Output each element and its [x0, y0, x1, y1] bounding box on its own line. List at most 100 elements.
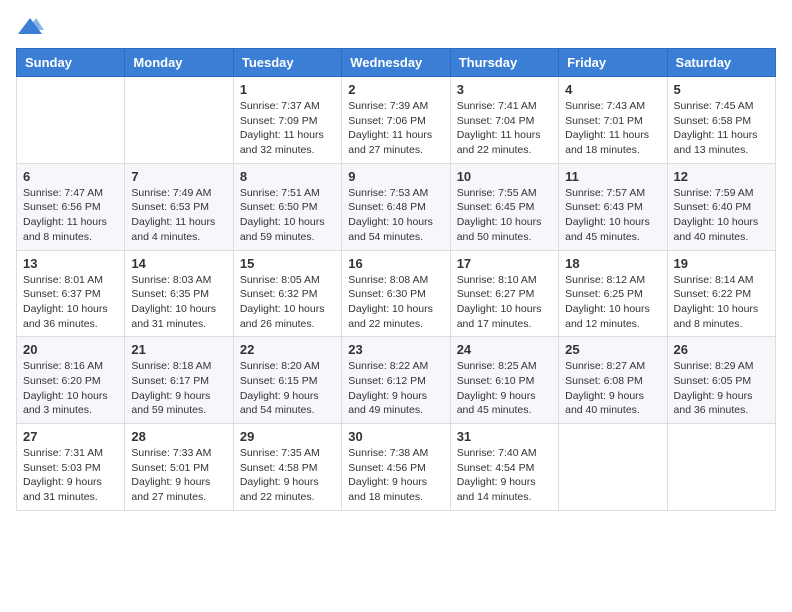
- logo-icon: [16, 16, 44, 38]
- day-cell: 24 Sunrise: 8:25 AM Sunset: 6:10 PM Dayli…: [450, 337, 558, 424]
- day-cell: 7Sunrise: 7:49 AM Sunset: 6:53 PM Daylig…: [125, 163, 233, 250]
- day-info: Sunrise: 8:25 AM Sunset: 6:10 PM Dayligh…: [457, 359, 552, 418]
- day-cell: 30Sunrise: 7:38 AM Sunset: 4:56 PM Dayli…: [342, 424, 450, 511]
- day-headers-row: SundayMondayTuesdayWednesdayThursdayFrid…: [17, 49, 776, 77]
- day-number: 6: [23, 169, 118, 184]
- day-info: Sunrise: 7:33 AM Sunset: 5:01 PM Dayligh…: [131, 446, 226, 505]
- day-number: 19: [674, 256, 769, 271]
- day-number: 3: [457, 82, 552, 97]
- calendar-body: 1Sunrise: 7:37 AM Sunset: 7:09 PM Daylig…: [17, 77, 776, 511]
- day-cell: 18 Sunrise: 8:12 AM Sunset: 6:25 PM Dayli…: [559, 250, 667, 337]
- day-number: 28: [131, 429, 226, 444]
- day-number: 20: [23, 342, 118, 357]
- day-info: Sunrise: 8:08 AM Sunset: 6:30 PM Dayligh…: [348, 273, 443, 332]
- day-info: Sunrise: 8:18 AM Sunset: 6:17 PM Dayligh…: [131, 359, 226, 418]
- day-cell: [125, 77, 233, 164]
- day-cell: 2Sunrise: 7:39 AM Sunset: 7:06 PM Daylig…: [342, 77, 450, 164]
- day-info: Sunrise: 7:53 AM Sunset: 6:48 PM Dayligh…: [348, 186, 443, 245]
- day-info: Sunrise: 8:01 AM Sunset: 6:37 PM Dayligh…: [23, 273, 118, 332]
- day-info: Sunrise: 7:37 AM Sunset: 7:09 PM Dayligh…: [240, 99, 335, 158]
- day-cell: 3 Sunrise: 7:41 AM Sunset: 7:04 PM Daylig…: [450, 77, 558, 164]
- day-info: Sunrise: 7:39 AM Sunset: 7:06 PM Dayligh…: [348, 99, 443, 158]
- day-number: 24: [457, 342, 552, 357]
- day-number: 27: [23, 429, 118, 444]
- day-cell: 23 Sunrise: 8:22 AM Sunset: 6:12 PM Dayli…: [342, 337, 450, 424]
- day-number: 18: [565, 256, 660, 271]
- week-row-1: 1Sunrise: 7:37 AM Sunset: 7:09 PM Daylig…: [17, 77, 776, 164]
- day-number: 10: [457, 169, 552, 184]
- day-info: Sunrise: 7:35 AM Sunset: 4:58 PM Dayligh…: [240, 446, 335, 505]
- day-info: Sunrise: 8:20 AM Sunset: 6:15 PM Dayligh…: [240, 359, 335, 418]
- day-info: Sunrise: 7:45 AM Sunset: 6:58 PM Dayligh…: [674, 99, 769, 158]
- day-info: Sunrise: 7:47 AM Sunset: 6:56 PM Dayligh…: [23, 186, 118, 245]
- day-header-tuesday: Tuesday: [233, 49, 341, 77]
- day-number: 8: [240, 169, 335, 184]
- day-info: Sunrise: 8:12 AM Sunset: 6:25 PM Dayligh…: [565, 273, 660, 332]
- day-cell: [17, 77, 125, 164]
- day-info: Sunrise: 7:57 AM Sunset: 6:43 PM Dayligh…: [565, 186, 660, 245]
- day-cell: 10 Sunrise: 7:55 AM Sunset: 6:45 PM Dayli…: [450, 163, 558, 250]
- day-cell: 29 Sunrise: 7:35 AM Sunset: 4:58 PM Dayli…: [233, 424, 341, 511]
- day-cell: 20Sunrise: 8:16 AM Sunset: 6:20 PM Dayli…: [17, 337, 125, 424]
- day-info: Sunrise: 8:22 AM Sunset: 6:12 PM Dayligh…: [348, 359, 443, 418]
- day-cell: 26 Sunrise: 8:29 AM Sunset: 6:05 PM Dayli…: [667, 337, 775, 424]
- day-number: 4: [565, 82, 660, 97]
- day-number: 11: [565, 169, 660, 184]
- day-cell: 13 Sunrise: 8:01 AM Sunset: 6:37 PM Dayli…: [17, 250, 125, 337]
- day-info: Sunrise: 7:41 AM Sunset: 7:04 PM Dayligh…: [457, 99, 552, 158]
- day-cell: 28 Sunrise: 7:33 AM Sunset: 5:01 PM Dayli…: [125, 424, 233, 511]
- day-header-sunday: Sunday: [17, 49, 125, 77]
- day-number: 31: [457, 429, 552, 444]
- logo: [16, 16, 48, 38]
- day-cell: 25Sunrise: 8:27 AM Sunset: 6:08 PM Dayli…: [559, 337, 667, 424]
- day-number: 13: [23, 256, 118, 271]
- week-row-4: 20Sunrise: 8:16 AM Sunset: 6:20 PM Dayli…: [17, 337, 776, 424]
- day-cell: 11 Sunrise: 7:57 AM Sunset: 6:43 PM Dayli…: [559, 163, 667, 250]
- day-cell: 5Sunrise: 7:45 AM Sunset: 6:58 PM Daylig…: [667, 77, 775, 164]
- day-header-wednesday: Wednesday: [342, 49, 450, 77]
- day-info: Sunrise: 7:51 AM Sunset: 6:50 PM Dayligh…: [240, 186, 335, 245]
- day-cell: 1Sunrise: 7:37 AM Sunset: 7:09 PM Daylig…: [233, 77, 341, 164]
- day-number: 23: [348, 342, 443, 357]
- page-header: [16, 16, 776, 38]
- day-cell: 15 Sunrise: 8:05 AM Sunset: 6:32 PM Dayli…: [233, 250, 341, 337]
- day-info: Sunrise: 7:43 AM Sunset: 7:01 PM Dayligh…: [565, 99, 660, 158]
- day-number: 14: [131, 256, 226, 271]
- day-cell: 6 Sunrise: 7:47 AM Sunset: 6:56 PM Daylig…: [17, 163, 125, 250]
- day-cell: 31Sunrise: 7:40 AM Sunset: 4:54 PM Dayli…: [450, 424, 558, 511]
- day-cell: 21 Sunrise: 8:18 AM Sunset: 6:17 PM Dayli…: [125, 337, 233, 424]
- week-row-5: 27 Sunrise: 7:31 AM Sunset: 5:03 PM Dayli…: [17, 424, 776, 511]
- day-cell: 22Sunrise: 8:20 AM Sunset: 6:15 PM Dayli…: [233, 337, 341, 424]
- day-info: Sunrise: 7:55 AM Sunset: 6:45 PM Dayligh…: [457, 186, 552, 245]
- day-info: Sunrise: 8:29 AM Sunset: 6:05 PM Dayligh…: [674, 359, 769, 418]
- day-cell: [667, 424, 775, 511]
- day-header-thursday: Thursday: [450, 49, 558, 77]
- day-info: Sunrise: 8:05 AM Sunset: 6:32 PM Dayligh…: [240, 273, 335, 332]
- day-info: Sunrise: 8:27 AM Sunset: 6:08 PM Dayligh…: [565, 359, 660, 418]
- day-cell: 8 Sunrise: 7:51 AM Sunset: 6:50 PM Daylig…: [233, 163, 341, 250]
- day-number: 16: [348, 256, 443, 271]
- day-info: Sunrise: 7:59 AM Sunset: 6:40 PM Dayligh…: [674, 186, 769, 245]
- day-number: 7: [131, 169, 226, 184]
- calendar-table: SundayMondayTuesdayWednesdayThursdayFrid…: [16, 48, 776, 511]
- day-header-friday: Friday: [559, 49, 667, 77]
- day-cell: [559, 424, 667, 511]
- day-info: Sunrise: 7:31 AM Sunset: 5:03 PM Dayligh…: [23, 446, 118, 505]
- day-number: 17: [457, 256, 552, 271]
- week-row-3: 13 Sunrise: 8:01 AM Sunset: 6:37 PM Dayli…: [17, 250, 776, 337]
- day-number: 26: [674, 342, 769, 357]
- week-row-2: 6 Sunrise: 7:47 AM Sunset: 6:56 PM Daylig…: [17, 163, 776, 250]
- day-cell: 17Sunrise: 8:10 AM Sunset: 6:27 PM Dayli…: [450, 250, 558, 337]
- day-number: 29: [240, 429, 335, 444]
- day-cell: 4 Sunrise: 7:43 AM Sunset: 7:01 PM Daylig…: [559, 77, 667, 164]
- day-cell: 12 Sunrise: 7:59 AM Sunset: 6:40 PM Dayli…: [667, 163, 775, 250]
- day-info: Sunrise: 8:14 AM Sunset: 6:22 PM Dayligh…: [674, 273, 769, 332]
- day-number: 30: [348, 429, 443, 444]
- day-cell: 19 Sunrise: 8:14 AM Sunset: 6:22 PM Dayli…: [667, 250, 775, 337]
- day-number: 21: [131, 342, 226, 357]
- day-header-monday: Monday: [125, 49, 233, 77]
- day-cell: 9Sunrise: 7:53 AM Sunset: 6:48 PM Daylig…: [342, 163, 450, 250]
- day-cell: 16 Sunrise: 8:08 AM Sunset: 6:30 PM Dayli…: [342, 250, 450, 337]
- day-number: 15: [240, 256, 335, 271]
- day-number: 12: [674, 169, 769, 184]
